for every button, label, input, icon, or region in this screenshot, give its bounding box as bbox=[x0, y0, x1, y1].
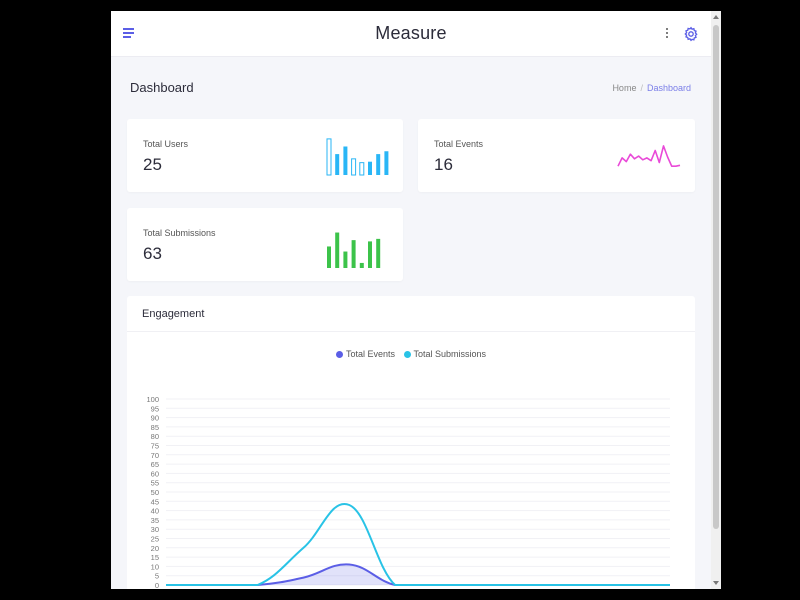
scroll-thumb[interactable] bbox=[713, 25, 719, 529]
stat-card-events: Total Events 16 bbox=[418, 119, 695, 192]
y-tick-label: 70 bbox=[151, 451, 159, 460]
sparkline-bar bbox=[351, 158, 357, 176]
kebab-icon[interactable] bbox=[661, 26, 673, 42]
legend-label: Total Submissions bbox=[413, 349, 487, 359]
y-tick-label: 10 bbox=[151, 562, 159, 571]
vertical-scrollbar[interactable] bbox=[711, 11, 721, 589]
series-area bbox=[166, 564, 670, 585]
legend-item[interactable]: Total Events bbox=[335, 349, 395, 359]
y-tick-label: 100 bbox=[146, 395, 159, 404]
stat-label: Total Users bbox=[143, 139, 189, 149]
stat-label: Total Submissions bbox=[143, 228, 216, 238]
breadcrumb-home[interactable]: Home bbox=[612, 83, 636, 93]
top-bar: Measure bbox=[111, 11, 711, 57]
sparkline-events bbox=[617, 145, 681, 167]
sparkline-bar bbox=[335, 232, 340, 268]
stat-value: 25 bbox=[143, 155, 162, 174]
sparkline-submissions bbox=[327, 232, 381, 268]
sparkline-bar bbox=[335, 154, 340, 175]
legend-item[interactable]: Total Submissions bbox=[403, 349, 487, 359]
sparkline-bar bbox=[384, 151, 389, 175]
y-tick-label: 55 bbox=[151, 479, 159, 488]
y-tick-label: 15 bbox=[151, 553, 159, 562]
legend-dot-icon bbox=[403, 351, 411, 358]
sparkline-bar bbox=[368, 161, 372, 175]
series-line bbox=[165, 503, 670, 586]
breadcrumb-current: Dashboard bbox=[646, 83, 691, 93]
y-tick-label: 45 bbox=[151, 497, 159, 506]
y-tick-label: 80 bbox=[151, 432, 159, 441]
gear-icon[interactable] bbox=[683, 26, 699, 42]
breadcrumb-separator: / bbox=[640, 83, 643, 93]
y-tick-label: 40 bbox=[151, 507, 159, 516]
y-tick-label: 95 bbox=[151, 404, 159, 413]
scroll-up-icon[interactable] bbox=[713, 15, 719, 19]
sparkline-bar bbox=[359, 162, 365, 176]
sparkline-bar bbox=[343, 251, 348, 268]
stat-card-submissions: Total Submissions 63 bbox=[127, 208, 403, 281]
y-tick-label: 30 bbox=[151, 525, 159, 534]
sparkline-bar bbox=[351, 240, 356, 268]
legend-dot-icon bbox=[335, 351, 343, 358]
stat-label: Total Events bbox=[434, 139, 484, 149]
scroll-down-icon[interactable] bbox=[713, 581, 719, 585]
y-tick-label: 25 bbox=[151, 535, 159, 544]
y-tick-label: 50 bbox=[151, 488, 159, 497]
sparkline-bar bbox=[326, 138, 332, 176]
y-tick-label: 20 bbox=[151, 544, 159, 553]
sparkline-bar bbox=[376, 238, 381, 268]
y-tick-label: 60 bbox=[151, 469, 159, 478]
y-tick-label: 35 bbox=[151, 516, 159, 525]
sparkline-bar bbox=[343, 146, 348, 175]
series-line bbox=[165, 563, 670, 586]
chart-legend: Total Events Total Submissions bbox=[127, 349, 695, 359]
y-tick-label: 75 bbox=[151, 442, 159, 451]
sparkline-line bbox=[617, 145, 681, 167]
stat-value: 16 bbox=[434, 155, 453, 174]
y-tick-label: 90 bbox=[151, 414, 159, 423]
engagement-title: Engagement bbox=[142, 308, 205, 320]
sparkline-bar bbox=[359, 262, 364, 268]
sparkline-bar bbox=[327, 246, 331, 268]
y-tick-label: 65 bbox=[151, 460, 159, 469]
sparkline-users bbox=[326, 138, 389, 176]
sparkline-bar bbox=[368, 241, 372, 268]
page-title: Dashboard bbox=[130, 80, 194, 95]
engagement-card: Engagement Total Events Total Submission… bbox=[127, 296, 695, 589]
app-window: Measure Dashboard Home / Dashboard Total U… bbox=[111, 11, 721, 589]
y-tick-label: 5 bbox=[155, 572, 159, 581]
legend-label: Total Events bbox=[345, 349, 395, 359]
breadcrumb: Home / Dashboard bbox=[612, 83, 691, 93]
stat-value: 63 bbox=[143, 244, 162, 263]
stat-card-users: Total Users 25 bbox=[127, 119, 403, 192]
app-title: Measure bbox=[375, 23, 447, 43]
y-tick-label: 0 bbox=[155, 581, 159, 589]
engagement-chart: 0510152025303540455055606570758085909510… bbox=[146, 395, 670, 589]
divider bbox=[127, 331, 695, 332]
sparkline-bar bbox=[376, 154, 381, 175]
y-tick-label: 85 bbox=[151, 423, 159, 432]
